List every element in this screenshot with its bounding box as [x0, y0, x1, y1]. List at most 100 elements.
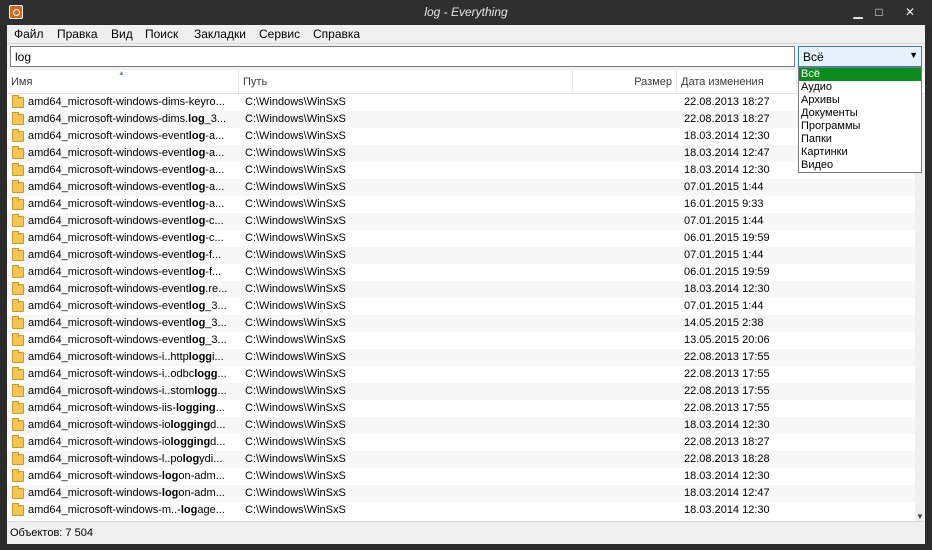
menu-tools[interactable]: Сервис: [259, 27, 300, 41]
table-row[interactable]: amd64_microsoft-windows-m..-logage... C:\…: [7, 502, 915, 519]
chevron-down-icon: ▼: [909, 50, 918, 60]
column-header-name[interactable]: Имя ▲: [7, 70, 239, 94]
maximize-button[interactable]: □: [869, 4, 889, 20]
name-text: amd64_microsoft-windows-l..po: [28, 453, 183, 465]
minimize-button[interactable]: ▁: [848, 4, 868, 20]
row-name: amd64_microsoft-windows-i..stomlogg...: [28, 385, 237, 397]
folder-icon: [12, 214, 24, 227]
table-row[interactable]: amd64_microsoft-windows-dims-keyro... C:\…: [7, 94, 915, 111]
name-match: log: [188, 334, 206, 346]
table-row[interactable]: amd64_microsoft-windows-l..pologydi... C:…: [7, 451, 915, 468]
table-row[interactable]: amd64_microsoft-windows-eventlog-f... C:\…: [7, 247, 915, 264]
filter-option[interactable]: Программы: [799, 120, 921, 133]
name-match: log: [188, 266, 206, 278]
row-date: 13.05.2015 20:06: [684, 334, 770, 346]
filter-select[interactable]: Всё ▼: [798, 46, 922, 67]
folder-icon: [12, 469, 24, 482]
table-row[interactable]: amd64_microsoft-windows-iologgingd... C:\…: [7, 434, 915, 451]
name-match: logg: [188, 351, 213, 363]
name-match: log: [188, 198, 206, 210]
row-date: 18.03.2014 12:30: [684, 504, 770, 516]
row-date: 06.01.2015 19:59: [684, 232, 770, 244]
table-row[interactable]: amd64_microsoft-windows-eventlog-a... C:\…: [7, 145, 915, 162]
name-match: log: [161, 487, 179, 499]
row-path: C:\Windows\WinSxS: [245, 436, 346, 448]
name-match: logging: [170, 436, 211, 448]
table-row[interactable]: amd64_microsoft-windows-eventlog-a... C:\…: [7, 128, 915, 145]
name-text: amd64_microsoft-windows-event: [28, 300, 189, 312]
table-row[interactable]: amd64_microsoft-windows-eventlog_3... C:\…: [7, 298, 915, 315]
row-path: C:\Windows\WinSxS: [245, 249, 346, 261]
table-row[interactable]: amd64_microsoft-windows-eventlog-c... C:\…: [7, 213, 915, 230]
menu-search[interactable]: Поиск: [145, 27, 178, 41]
menu-edit[interactable]: Правка: [57, 27, 98, 41]
menu-file[interactable]: Файл: [14, 27, 44, 41]
table-row[interactable]: amd64_microsoft-windows-iis-logging... C:…: [7, 400, 915, 417]
name-text-end: on-adm...: [178, 470, 225, 482]
row-path: C:\Windows\WinSxS: [245, 181, 346, 193]
table-row[interactable]: amd64_microsoft-windows-eventlog-a... C:\…: [7, 196, 915, 213]
name-text-end: ...: [217, 385, 227, 397]
row-path: C:\Windows\WinSxS: [245, 368, 346, 380]
filter-option[interactable]: Картинки: [799, 146, 921, 159]
folder-icon: [12, 265, 24, 278]
name-match: logging: [170, 419, 211, 431]
row-name: amd64_microsoft-windows-eventlog-a...: [28, 181, 237, 193]
table-row[interactable]: amd64_microsoft-windows-eventlog_3... C:\…: [7, 315, 915, 332]
filter-option[interactable]: Документы: [799, 107, 921, 120]
results-rows: amd64_microsoft-windows-dims-keyro... C:\…: [7, 94, 915, 519]
name-match: log: [188, 164, 206, 176]
row-path: C:\Windows\WinSxS: [245, 470, 346, 482]
menu-bookmarks[interactable]: Закладки: [194, 27, 246, 41]
row-path: C:\Windows\WinSxS: [245, 266, 346, 278]
filter-option[interactable]: Архивы: [799, 94, 921, 107]
row-path: C:\Windows\WinSxS: [245, 385, 346, 397]
table-row[interactable]: amd64_microsoft-windows-dims.log_3... C:\…: [7, 111, 915, 128]
row-date: 14.05.2015 2:38: [684, 317, 764, 329]
row-date: 18.03.2014 12:30: [684, 283, 770, 295]
name-text: amd64_microsoft-windows-i..stom: [28, 385, 195, 397]
name-match: log: [182, 453, 200, 465]
name-text-end: -c...: [205, 215, 224, 227]
filter-option[interactable]: Аудио: [799, 81, 921, 94]
row-name: amd64_microsoft-windows-iis-logging...: [28, 402, 237, 414]
column-header-path[interactable]: Путь: [239, 70, 573, 94]
scroll-down-icon[interactable]: ▼: [916, 512, 924, 521]
table-row[interactable]: amd64_microsoft-windows-iologgingd... C:\…: [7, 417, 915, 434]
name-text: amd64_microsoft-windows-event: [28, 164, 189, 176]
table-row[interactable]: amd64_microsoft-windows-eventlog_3... C:\…: [7, 332, 915, 349]
close-button[interactable]: ✕: [900, 4, 920, 20]
row-path: C:\Windows\WinSxS: [245, 96, 346, 108]
column-header-size[interactable]: Размер: [573, 70, 677, 94]
table-row[interactable]: amd64_microsoft-windows-eventlog-c... C:\…: [7, 230, 915, 247]
row-date: 18.03.2014 12:30: [684, 130, 770, 142]
folder-icon: [12, 418, 24, 431]
column-header-date[interactable]: Дата изменения: [677, 70, 797, 94]
table-row[interactable]: amd64_microsoft-windows-eventlog-a... C:\…: [7, 162, 915, 179]
table-row[interactable]: amd64_microsoft-windows-logon-adm... C:\W…: [7, 485, 915, 502]
menu-view[interactable]: Вид: [111, 27, 133, 41]
folder-icon: [12, 316, 24, 329]
table-row[interactable]: amd64_microsoft-windows-eventlog-f... C:\…: [7, 264, 915, 281]
name-match: log: [188, 147, 206, 159]
row-name: amd64_microsoft-windows-eventlog-a...: [28, 147, 237, 159]
folder-icon: [12, 401, 24, 414]
name-text: amd64_microsoft-windows-event: [28, 266, 189, 278]
row-date: 18.03.2014 12:47: [684, 487, 770, 499]
filter-option[interactable]: Видео: [799, 159, 921, 172]
search-input[interactable]: [10, 46, 795, 67]
table-row[interactable]: amd64_microsoft-windows-i..stomlogg... C:…: [7, 383, 915, 400]
table-row[interactable]: amd64_microsoft-windows-i..odbclogg... C:…: [7, 366, 915, 383]
name-text-end: ...: [215, 402, 225, 414]
table-row[interactable]: amd64_microsoft-windows-eventlog-a... C:\…: [7, 179, 915, 196]
table-row[interactable]: amd64_microsoft-windows-eventlog.re... C:…: [7, 281, 915, 298]
menu-help[interactable]: Справка: [313, 27, 360, 41]
filter-option[interactable]: Папки: [799, 133, 921, 146]
status-bar: Объектов: 7 504: [7, 521, 925, 544]
name-text: amd64_microsoft-windows-: [28, 470, 162, 482]
row-date: 07.01.2015 1:44: [684, 300, 764, 312]
list-header: Имя ▲ Путь Размер Дата изменения: [7, 70, 925, 94]
table-row[interactable]: amd64_microsoft-windows-logon-adm... C:\W…: [7, 468, 915, 485]
filter-option[interactable]: Всё: [799, 68, 921, 81]
table-row[interactable]: amd64_microsoft-windows-i..httploggi... C…: [7, 349, 915, 366]
